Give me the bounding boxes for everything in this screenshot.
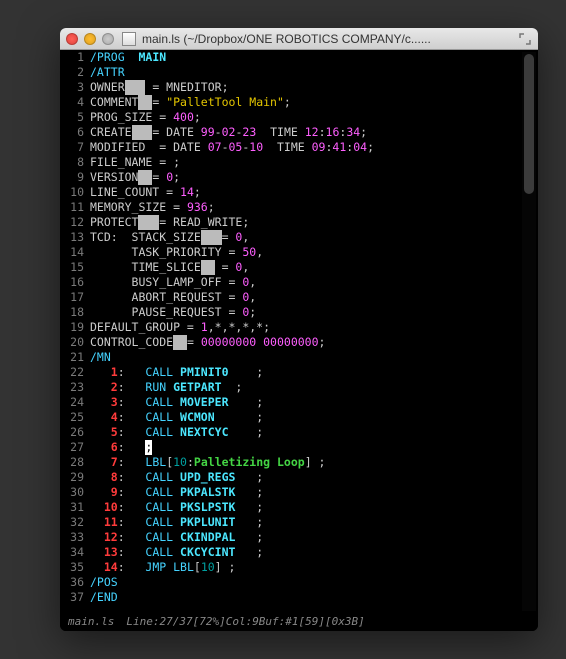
code-line[interactable]: /POS <box>90 575 538 590</box>
line-number: 2 <box>60 65 84 80</box>
code-line[interactable]: VERSION = 0; <box>90 170 538 185</box>
line-number: 6 <box>60 125 84 140</box>
window-title: main.ls (~/Dropbox/ONE ROBOTICS COMPANY/… <box>142 32 518 46</box>
line-number: 33 <box>60 530 84 545</box>
line-number: 1 <box>60 50 84 65</box>
close-button[interactable] <box>66 33 78 45</box>
line-number: 27 <box>60 440 84 455</box>
code-line[interactable]: 3: CALL MOVEPER ; <box>90 395 538 410</box>
code-line[interactable]: 11: CALL PKPLUNIT ; <box>90 515 538 530</box>
code-line[interactable]: ABORT_REQUEST = 0, <box>90 290 538 305</box>
code-line[interactable]: /MN <box>90 350 538 365</box>
traffic-lights <box>66 33 114 45</box>
code-line[interactable]: OWNER = MNEDITOR; <box>90 80 538 95</box>
code-line[interactable]: 5: CALL NEXTCYC ; <box>90 425 538 440</box>
code-line[interactable]: PAUSE_REQUEST = 0; <box>90 305 538 320</box>
code-line[interactable]: COMMENT = "PalletTool Main"; <box>90 95 538 110</box>
code-line[interactable]: BUSY_LAMP_OFF = 0, <box>90 275 538 290</box>
code-line[interactable]: 7: LBL[10:Palletizing Loop] ; <box>90 455 538 470</box>
line-number: 20 <box>60 335 84 350</box>
code-line[interactable]: 8: CALL UPD_REGS ; <box>90 470 538 485</box>
code-line[interactable]: FILE_NAME = ; <box>90 155 538 170</box>
minimize-button[interactable] <box>84 33 96 45</box>
line-number: 5 <box>60 110 84 125</box>
status-info: Line:27/37[72%]Col:9Buf:#1[59][0x3B] <box>126 615 364 629</box>
line-number: 24 <box>60 395 84 410</box>
code-line[interactable]: CREATE = DATE 99-02-23 TIME 12:16:34; <box>90 125 538 140</box>
editor-window: main.ls (~/Dropbox/ONE ROBOTICS COMPANY/… <box>60 28 538 631</box>
line-number: 3 <box>60 80 84 95</box>
line-number: 14 <box>60 245 84 260</box>
code-line[interactable]: CONTROL_CODE = 00000000 00000000; <box>90 335 538 350</box>
vertical-scrollbar[interactable] <box>522 52 536 611</box>
line-number: 8 <box>60 155 84 170</box>
line-number: 25 <box>60 410 84 425</box>
line-number: 34 <box>60 545 84 560</box>
fullscreen-icon[interactable] <box>518 32 532 46</box>
line-number: 10 <box>60 185 84 200</box>
code-line[interactable]: 13: CALL CKCYCINT ; <box>90 545 538 560</box>
code-line[interactable]: 6: ; <box>90 440 538 455</box>
line-number: 7 <box>60 140 84 155</box>
line-number: 16 <box>60 275 84 290</box>
line-number: 29 <box>60 470 84 485</box>
code-line[interactable]: 12: CALL CKINDPAL ; <box>90 530 538 545</box>
line-number: 22 <box>60 365 84 380</box>
scrollbar-thumb[interactable] <box>524 54 534 194</box>
line-number: 19 <box>60 320 84 335</box>
line-number-gutter: 1234567891011121314151617181920212223242… <box>60 50 90 613</box>
line-number: 13 <box>60 230 84 245</box>
line-number: 9 <box>60 170 84 185</box>
code-line[interactable]: 2: RUN GETPART ; <box>90 380 538 395</box>
code-line[interactable]: TIME_SLICE = 0, <box>90 260 538 275</box>
line-number: 12 <box>60 215 84 230</box>
line-number: 28 <box>60 455 84 470</box>
line-number: 4 <box>60 95 84 110</box>
code-line[interactable]: DEFAULT_GROUP = 1,*,*,*,*; <box>90 320 538 335</box>
titlebar[interactable]: main.ls (~/Dropbox/ONE ROBOTICS COMPANY/… <box>60 28 538 50</box>
code-line[interactable]: 1: CALL PMINIT0 ; <box>90 365 538 380</box>
editor-area[interactable]: 1234567891011121314151617181920212223242… <box>60 50 538 613</box>
code-line[interactable]: /ATTR <box>90 65 538 80</box>
code-line[interactable]: TASK_PRIORITY = 50, <box>90 245 538 260</box>
status-file: main.ls <box>68 615 114 629</box>
code-line[interactable]: 14: JMP LBL[10] ; <box>90 560 538 575</box>
line-number: 26 <box>60 425 84 440</box>
line-number: 36 <box>60 575 84 590</box>
line-number: 21 <box>60 350 84 365</box>
code-line[interactable]: MEMORY_SIZE = 936; <box>90 200 538 215</box>
status-bar: main.ls Line:27/37[72%]Col:9Buf:#1[59][0… <box>60 613 538 631</box>
line-number: 31 <box>60 500 84 515</box>
code-line[interactable]: PROG_SIZE = 400; <box>90 110 538 125</box>
line-number: 35 <box>60 560 84 575</box>
code-line[interactable]: 9: CALL PKPALSTK ; <box>90 485 538 500</box>
code-line[interactable]: MODIFIED = DATE 07-05-10 TIME 09:41:04; <box>90 140 538 155</box>
line-number: 18 <box>60 305 84 320</box>
line-number: 23 <box>60 380 84 395</box>
code-line[interactable]: LINE_COUNT = 14; <box>90 185 538 200</box>
line-number: 37 <box>60 590 84 605</box>
code-line[interactable]: 10: CALL PKSLPSTK ; <box>90 500 538 515</box>
code-line[interactable]: /END <box>90 590 538 605</box>
line-number: 15 <box>60 260 84 275</box>
code-line[interactable]: 4: CALL WCMON ; <box>90 410 538 425</box>
code-line[interactable]: /PROG MAIN <box>90 50 538 65</box>
line-number: 17 <box>60 290 84 305</box>
line-number: 32 <box>60 515 84 530</box>
document-icon <box>122 32 136 46</box>
code-content[interactable]: /PROG MAIN/ATTROWNER = MNEDITOR;COMMENT … <box>90 50 538 613</box>
code-line[interactable]: TCD: STACK_SIZE = 0, <box>90 230 538 245</box>
code-line[interactable]: PROTECT = READ_WRITE; <box>90 215 538 230</box>
line-number: 11 <box>60 200 84 215</box>
zoom-button[interactable] <box>102 33 114 45</box>
line-number: 30 <box>60 485 84 500</box>
